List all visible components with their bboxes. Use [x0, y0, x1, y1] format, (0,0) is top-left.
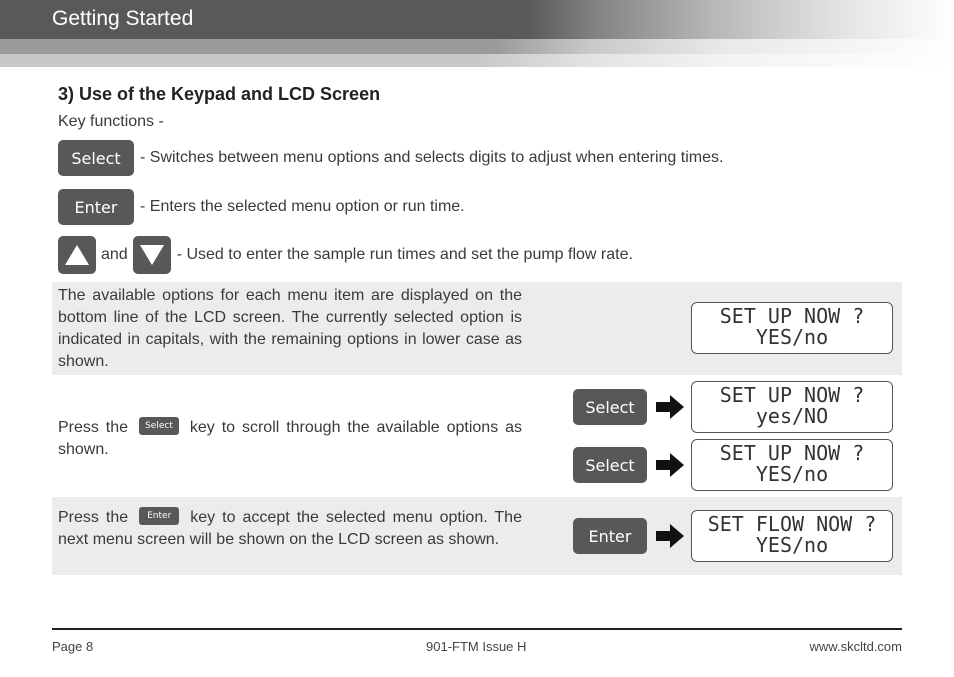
panel-options-info: The available options for each menu item…	[52, 282, 902, 375]
step-enter-key: Enter	[573, 518, 647, 554]
lcd-line-2: YES/no	[755, 462, 829, 486]
down-triangle-icon	[139, 245, 164, 265]
key-row-enter: Enter - Enters the selected menu option …	[58, 189, 465, 225]
up-triangle-icon	[65, 245, 89, 265]
right-arrow-icon	[656, 524, 684, 548]
up-arrow-key	[58, 236, 96, 274]
page-header-title: Getting Started	[52, 7, 194, 30]
lcd-screen: SET UP NOW ? yes/NO	[691, 381, 893, 433]
lcd-line-2: yes/NO	[755, 404, 829, 428]
select-key: Select	[58, 140, 134, 176]
step-select-key: Select	[573, 389, 647, 425]
panel-select-scroll: Press the Select key to scroll through t…	[52, 375, 902, 497]
lcd-screen: SET UP NOW ? YES/no	[691, 439, 893, 491]
down-arrow-key	[132, 236, 171, 274]
key-functions-label: Key functions -	[58, 113, 164, 130]
lcd-line-1: SET UP NOW ?	[719, 441, 865, 465]
footer-divider	[52, 628, 902, 630]
header-band-mid	[0, 39, 954, 54]
page-number: Page 8	[52, 639, 94, 654]
website-url: www.skcltd.com	[809, 639, 902, 654]
enter-key: Enter	[58, 189, 134, 225]
text-before: Press the	[58, 509, 129, 526]
lcd-line-2: YES/no	[755, 325, 829, 349]
inline-enter-key: Enter	[139, 506, 180, 525]
section-title: 3) Use of the Keypad and LCD Screen	[58, 84, 381, 104]
lcd-screen: SET UP NOW ? YES/no	[691, 302, 893, 354]
inline-select-key: Select	[138, 416, 179, 435]
text-after: key to accept the selected menu option. …	[58, 509, 522, 548]
step-select-key: Select	[573, 447, 647, 483]
select-key-description: - Switches between menu options and sele…	[140, 149, 724, 166]
text-after: key to scroll through the available opti…	[58, 419, 523, 458]
key-row-arrows: and - Used to enter the sample run times…	[58, 236, 633, 274]
document-id: 901-FTM Issue H	[426, 639, 527, 654]
lcd-screen: SET FLOW NOW ? YES/no	[691, 510, 893, 562]
text-before: Press the	[58, 419, 129, 436]
lcd-line-2: YES/no	[755, 533, 829, 557]
panel-enter-text: Press the Enter key to accept the select…	[58, 506, 522, 551]
lcd-line-1: SET UP NOW ?	[719, 383, 865, 407]
panel-enter-accept: Press the Enter key to accept the select…	[52, 497, 902, 575]
key-row-select: Select - Switches between menu options a…	[58, 140, 723, 176]
header-band-low	[0, 54, 954, 67]
enter-key-description: - Enters the selected menu option or run…	[140, 198, 465, 215]
right-arrow-icon	[656, 395, 684, 419]
panel-options-text: The available options for each menu item…	[58, 287, 522, 370]
right-arrow-icon	[656, 453, 684, 477]
panel-select-text: Press the Select key to scroll through t…	[58, 416, 523, 461]
arrow-keys-description: - Used to enter the sample run times and…	[176, 246, 633, 263]
lcd-line-1: SET UP NOW ?	[719, 304, 865, 328]
and-label: and	[101, 246, 128, 263]
lcd-line-1: SET FLOW NOW ?	[707, 512, 877, 536]
